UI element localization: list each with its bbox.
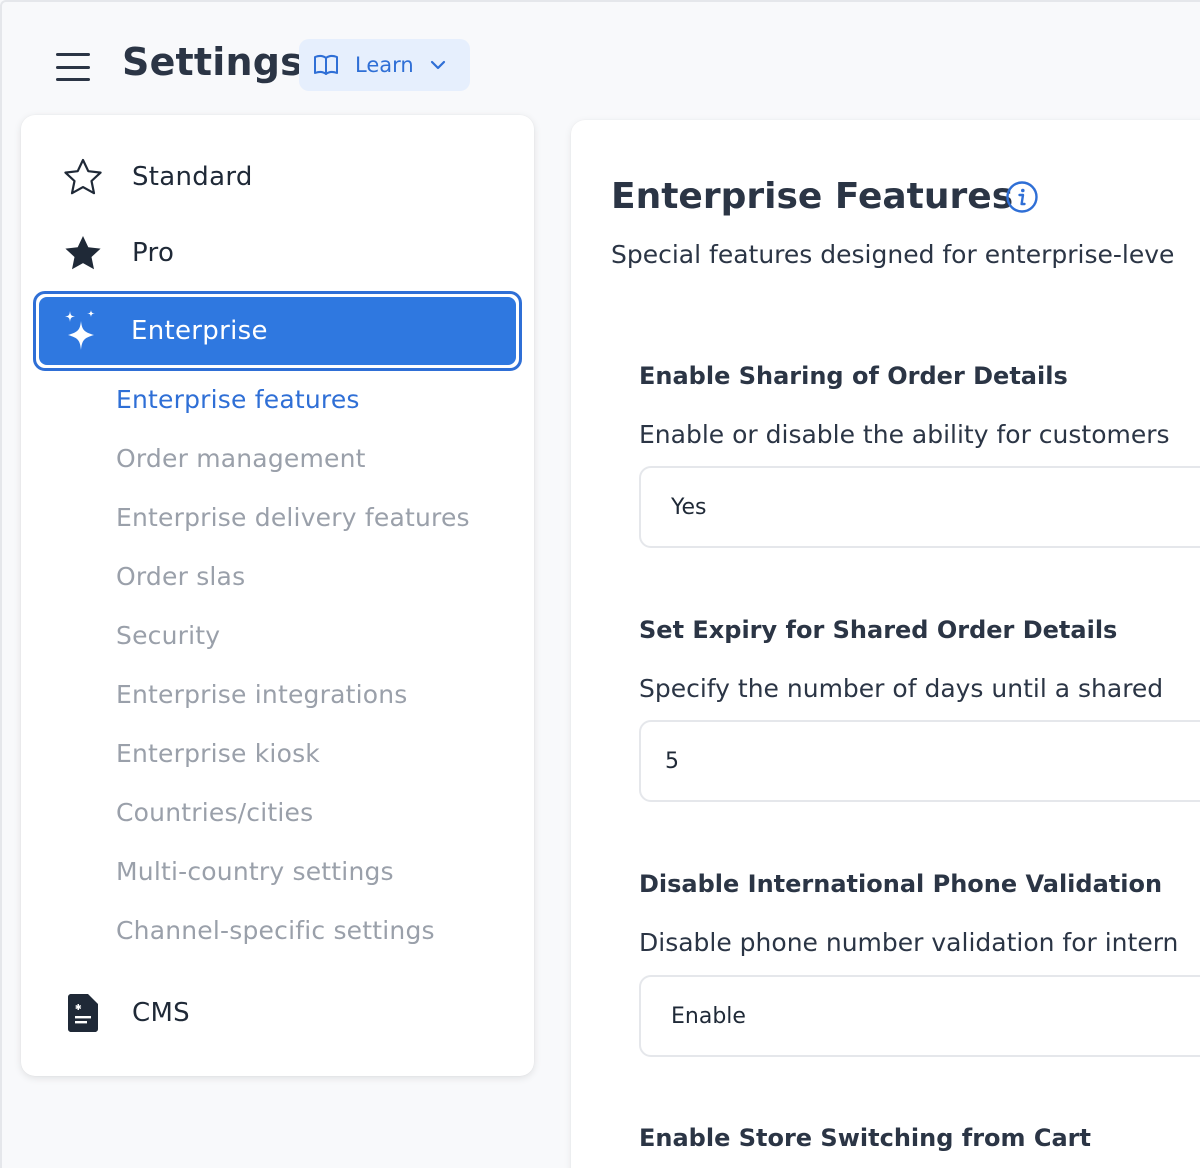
field-description-sharing-order-details: Enable or disable the ability for custom… <box>639 420 1170 449</box>
sparkles-icon <box>64 309 98 355</box>
section-description: Special features designed for enterprise… <box>611 240 1175 269</box>
select-value: Enable <box>671 1003 746 1029</box>
sidebar-item-cms[interactable]: CMS <box>21 981 534 1045</box>
settings-content-panel: Enterprise Features Special features des… <box>571 120 1200 1168</box>
chevron-down-icon <box>430 60 445 70</box>
international-phone-validation-select[interactable]: Enable <box>639 975 1200 1057</box>
field-title-shared-order-expiry: Set Expiry for Shared Order Details <box>639 616 1118 644</box>
sidebar-item-label: Standard <box>132 162 253 192</box>
settings-sidebar: Standard Pro Enterprise Enterprise featu… <box>21 115 534 1076</box>
shared-order-expiry-days-input[interactable]: 5 <box>639 720 1200 802</box>
learn-label: Learn <box>355 53 414 77</box>
sidebar-subitem-order-management[interactable]: Order management <box>116 444 366 473</box>
sidebar-subitem-enterprise-features[interactable]: Enterprise features <box>116 385 360 414</box>
settings-window: Settings Learn Standard Pro Enterprise E… <box>0 0 1200 1168</box>
sidebar-subitem-enterprise-delivery-features[interactable]: Enterprise delivery features <box>116 503 470 532</box>
section-title: Enterprise Features <box>611 176 1014 217</box>
document-icon <box>63 993 103 1033</box>
sidebar-item-label: CMS <box>132 998 190 1028</box>
sidebar-subitem-channel-specific-settings[interactable]: Channel-specific settings <box>116 916 435 945</box>
learn-dropdown-button[interactable]: Learn <box>299 39 470 91</box>
sidebar-item-label: Pro <box>132 238 175 268</box>
field-description-shared-order-expiry: Specify the number of days until a share… <box>639 674 1164 703</box>
field-title-sharing-order-details: Enable Sharing of Order Details <box>639 362 1068 390</box>
sidebar-subitem-multi-country-settings[interactable]: Multi-country settings <box>116 857 394 886</box>
sidebar-subitem-enterprise-integrations[interactable]: Enterprise integrations <box>116 680 408 709</box>
page-title: Settings <box>122 40 303 84</box>
sidebar-item-pro[interactable]: Pro <box>21 221 534 285</box>
field-title-store-switching-from-cart: Enable Store Switching from Cart <box>639 1124 1091 1152</box>
info-icon[interactable] <box>1005 180 1039 218</box>
hamburger-menu-icon[interactable] <box>54 50 92 84</box>
field-description-international-phone-validation: Disable phone number validation for inte… <box>639 928 1179 957</box>
sidebar-item-enterprise[interactable]: Enterprise <box>33 291 522 371</box>
sidebar-subitem-order-slas[interactable]: Order slas <box>116 562 245 591</box>
star-outline-icon <box>63 157 103 197</box>
sharing-order-details-select[interactable]: Yes <box>639 466 1200 548</box>
field-title-international-phone-validation: Disable International Phone Validation <box>639 870 1163 898</box>
star-filled-icon <box>63 233 103 273</box>
sidebar-subitem-countries-cities[interactable]: Countries/cities <box>116 798 313 827</box>
input-value: 5 <box>665 748 679 774</box>
sidebar-subitem-security[interactable]: Security <box>116 621 220 650</box>
select-value: Yes <box>671 494 707 520</box>
book-icon <box>314 54 338 75</box>
sidebar-item-standard[interactable]: Standard <box>21 145 534 209</box>
sidebar-item-label: Enterprise <box>131 316 268 346</box>
sidebar-subitem-enterprise-kiosk[interactable]: Enterprise kiosk <box>116 739 320 768</box>
